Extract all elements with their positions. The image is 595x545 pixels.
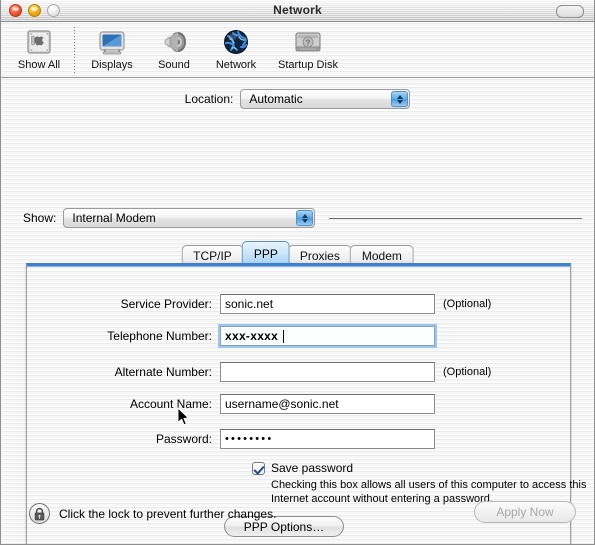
toolbar-item-sound[interactable]: Sound: [143, 25, 205, 71]
horizontal-separator: [329, 218, 582, 219]
panel-top-highlight: [27, 266, 570, 267]
window-title: Network: [273, 3, 322, 17]
alternate-number-label: Alternate Number:: [114, 365, 212, 379]
show-row: Show: Internal Modem: [23, 208, 316, 228]
toolbar-separator: [74, 27, 75, 75]
account-name-row: Account Name: username@sonic.net: [95, 394, 435, 414]
save-password-checkbox[interactable]: [252, 461, 265, 475]
lock-closed-icon[interactable]: [29, 503, 50, 524]
sound-icon: [159, 25, 189, 57]
network-globe-icon: [221, 25, 251, 57]
location-label: Location:: [184, 92, 234, 106]
lock-hint-text: Click the lock to prevent further change…: [59, 507, 277, 521]
account-name-input[interactable]: username@sonic.net: [220, 394, 435, 414]
location-row: Location: Automatic: [1, 89, 594, 109]
alternate-number-input[interactable]: [220, 362, 435, 382]
telephone-number-row: Telephone Number: xxx-xxxx: [95, 324, 437, 348]
chevron-updown-icon: [391, 91, 409, 107]
toolbar-item-label: Show All: [17, 59, 61, 71]
preferences-content: Location: Automatic Show: Internal Modem: [1, 78, 594, 544]
preferences-toolbar: Show All Displays Sound Network ? Startu…: [1, 22, 594, 78]
service-provider-hint: (Optional): [443, 298, 492, 310]
tab-label: PPP: [253, 247, 278, 261]
toolbar-item-label: Displays: [91, 59, 133, 71]
save-password-row[interactable]: Save password: [252, 461, 353, 475]
service-provider-row: Service Provider: sonic.net (Optional): [95, 294, 491, 314]
toolbar-item-show-all[interactable]: Show All: [8, 25, 70, 71]
tab-label: Proxies: [299, 249, 340, 263]
window-titlebar: Network: [1, 0, 594, 22]
alternate-number-hint: (Optional): [443, 366, 492, 378]
toolbar-item-network[interactable]: Network: [205, 25, 267, 71]
show-popup-value: Internal Modem: [72, 211, 156, 225]
tab-label: Modem: [361, 249, 402, 263]
toolbar-item-label: Sound: [158, 59, 190, 71]
apply-now-button: Apply Now: [474, 501, 576, 523]
save-password-label: Save password: [271, 461, 354, 475]
startup-disk-icon: ?: [293, 25, 323, 57]
account-name-label: Account Name:: [129, 397, 212, 411]
password-label: Password:: [155, 432, 212, 446]
telephone-number-input[interactable]: xxx-xxxx: [218, 324, 437, 348]
toolbar-item-label: Network: [215, 59, 257, 71]
telephone-number-value: xxx-xxxx: [225, 329, 279, 343]
telephone-number-label: Telephone Number:: [107, 329, 212, 343]
password-row: Password: ••••••••: [95, 429, 435, 449]
location-popup-button[interactable]: Automatic: [240, 89, 411, 109]
service-provider-value: sonic.net: [225, 297, 274, 311]
service-provider-label: Service Provider:: [120, 297, 212, 311]
displays-icon: [97, 25, 127, 57]
toolbar-item-label: Startup Disk: [278, 59, 338, 71]
password-value: ••••••••: [225, 433, 274, 445]
show-all-icon: [24, 25, 54, 57]
svg-text:?: ?: [306, 39, 311, 48]
tab-label: TCP/IP: [193, 249, 232, 263]
password-input[interactable]: ••••••••: [220, 429, 435, 449]
show-label: Show:: [23, 211, 57, 225]
show-popup-button[interactable]: Internal Modem: [63, 208, 316, 228]
toolbar-item-displays[interactable]: Displays: [81, 25, 143, 71]
alternate-number-row: Alternate Number: (Optional): [95, 362, 491, 382]
toolbar-toggle-button[interactable]: [556, 5, 584, 18]
text-caret: [283, 329, 285, 343]
location-popup-value: Automatic: [249, 92, 303, 106]
network-preferences-window: Network Show All Displays Sound Network …: [0, 0, 595, 545]
chevron-updown-icon: [296, 210, 314, 226]
service-provider-input[interactable]: sonic.net: [220, 294, 435, 314]
footer-bar: Click the lock to prevent further change…: [1, 491, 594, 544]
account-name-value: username@sonic.net: [225, 397, 339, 411]
toolbar-item-startup-disk[interactable]: ? Startup Disk: [267, 25, 349, 71]
